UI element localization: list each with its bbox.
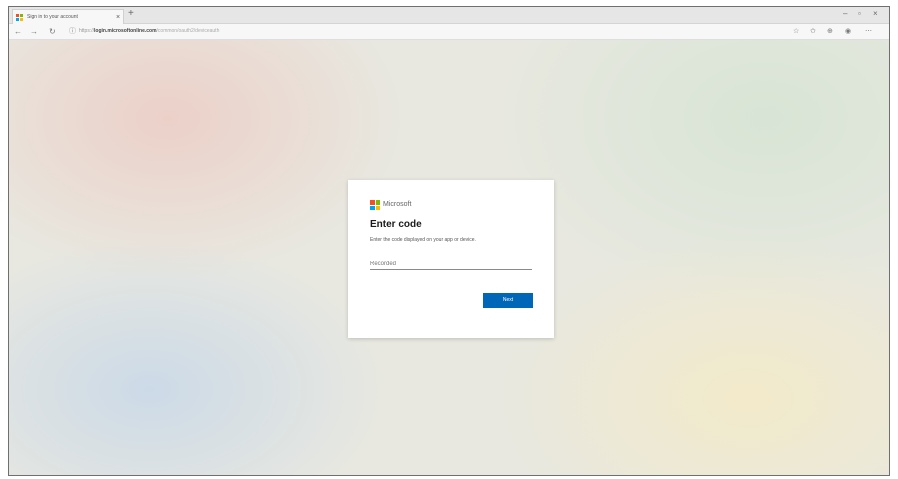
page-background: Microsoft Enter code Enter the code disp… xyxy=(9,40,889,475)
button-row: Next xyxy=(370,293,533,308)
forward-icon[interactable]: → xyxy=(30,26,38,37)
browser-window: Sign in to your account × + – ▫ × ← → ↻ … xyxy=(8,6,890,476)
instruction-text: Enter the code displayed on your app or … xyxy=(370,237,476,243)
url-host: login.microsoftonline.com xyxy=(94,28,157,34)
read-aloud-icon[interactable]: ☆ xyxy=(793,26,799,37)
brand: Microsoft xyxy=(370,199,533,211)
tab-bar: Sign in to your account × + – ▫ × xyxy=(9,7,889,24)
address-bar[interactable]: https://login.microsoftonline.com/common… xyxy=(79,28,219,35)
url-path: /common/oauth2/deviceauth xyxy=(156,28,220,34)
profile-icon[interactable]: ◉ xyxy=(845,26,851,37)
site-info-icon[interactable]: ⓘ xyxy=(69,26,76,37)
browser-tab[interactable]: Sign in to your account × xyxy=(12,9,124,24)
page-title: Enter code xyxy=(370,219,422,230)
tab-close-icon[interactable]: × xyxy=(113,14,123,21)
address-toolbar: ← → ↻ ⓘ https://login.microsoftonline.co… xyxy=(9,24,889,40)
maximize-icon[interactable]: ▫ xyxy=(858,9,861,19)
favorite-icon[interactable]: ✩ xyxy=(810,26,816,37)
brand-name: Microsoft xyxy=(383,201,412,208)
enter-code-card: Microsoft Enter code Enter the code disp… xyxy=(348,180,554,338)
back-icon[interactable]: ← xyxy=(14,26,22,37)
microsoft-logo-icon xyxy=(370,200,380,210)
minimize-icon[interactable]: – xyxy=(843,9,847,19)
more-menu-icon[interactable]: ⋯ xyxy=(865,26,872,37)
new-tab-icon[interactable]: + xyxy=(128,9,134,19)
tab-title: Sign in to your account xyxy=(27,14,78,20)
microsoft-favicon-icon xyxy=(16,13,23,21)
url-scheme: https:// xyxy=(79,28,95,34)
refresh-icon[interactable]: ↻ xyxy=(49,26,56,37)
collections-icon[interactable]: ⊕ xyxy=(827,26,833,37)
window-close-icon[interactable]: × xyxy=(873,9,878,19)
next-button[interactable]: Next xyxy=(483,293,533,308)
code-input[interactable] xyxy=(370,259,532,270)
